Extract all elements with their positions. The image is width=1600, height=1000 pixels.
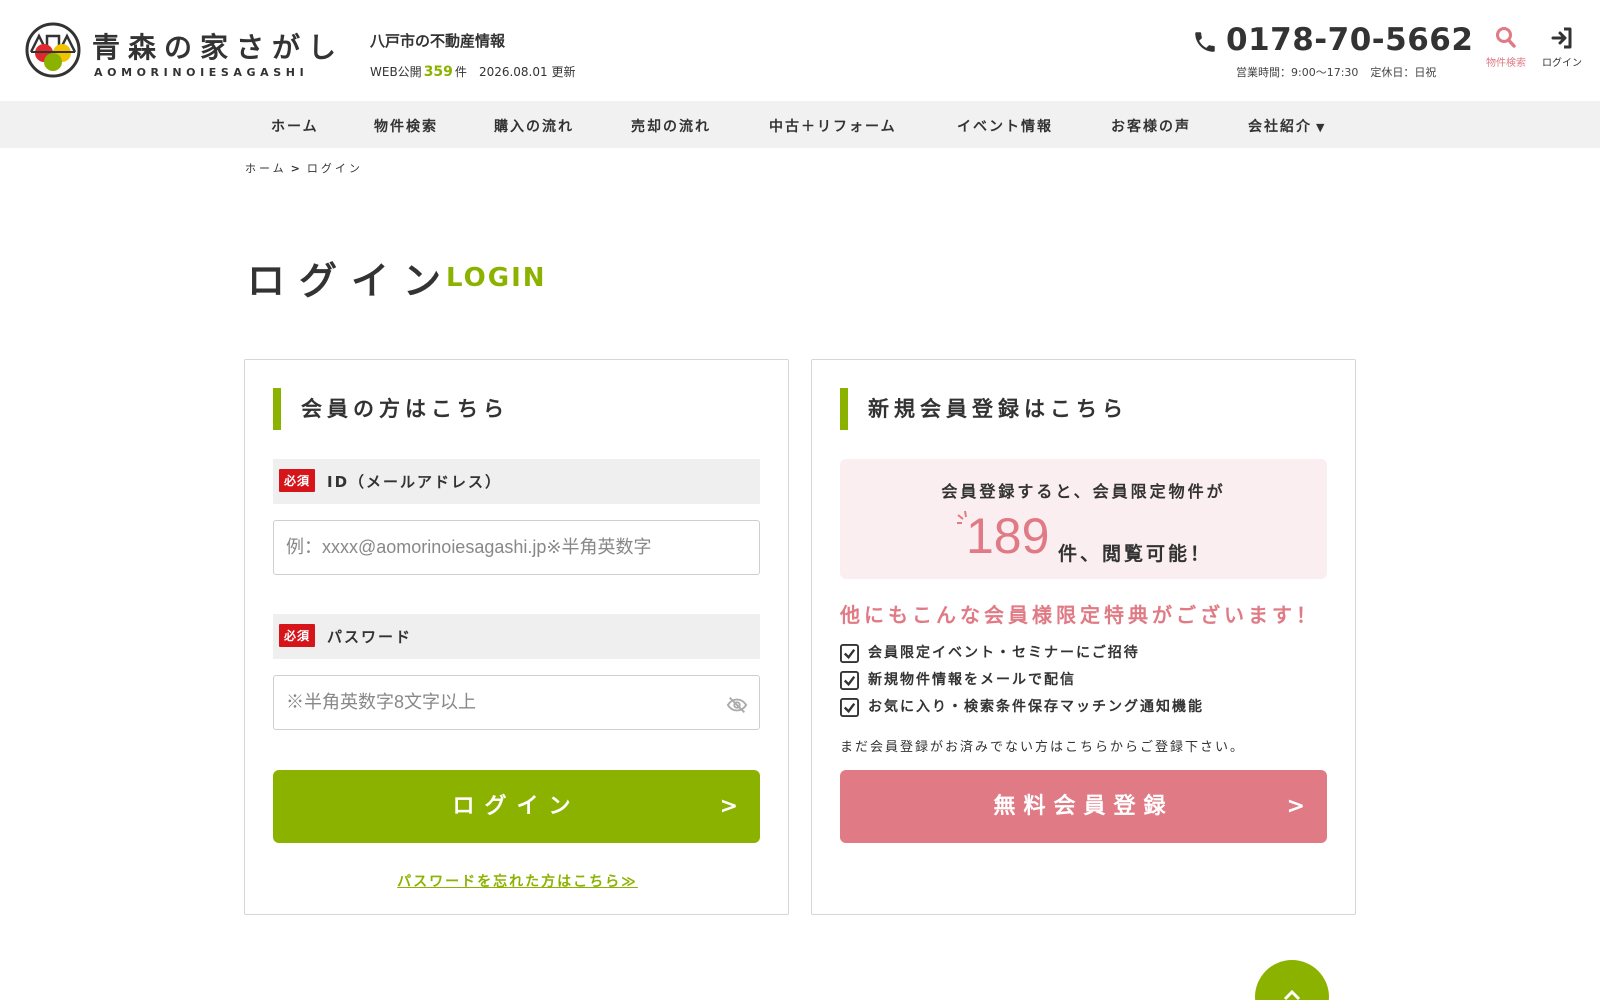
benefit-top-text: 会員登録すると、会員限定物件が: [941, 482, 1226, 501]
site-header: 青森の家さがし AOMORINOIESAGASHI 八戸市の不動産情報 WEB公…: [0, 0, 1600, 101]
member-login-panel: 会員の方はこちら 必須 ID（メールアドレス） 必須 パスワード ログイン > …: [244, 359, 789, 915]
global-nav: ホーム 物件検索 購入の流れ 売却の流れ 中古＋リフォーム イベント情報 お客様…: [0, 101, 1600, 148]
login-button-label: ログイン: [452, 794, 581, 819]
business-hours: 営業時間：9:00〜17:30 定休日：日祝: [1236, 64, 1436, 80]
id-email-input[interactable]: [273, 520, 760, 575]
perk-item: お気に入り・検索条件保存マッチング通知機能: [840, 697, 1204, 724]
nav-item-company[interactable]: 会社紹介 ▼: [1248, 116, 1326, 136]
breadcrumb: ホーム > ログイン: [245, 160, 363, 176]
checkbox-checked-icon: [840, 698, 859, 717]
nav-item-property-search[interactable]: 物件検索: [374, 116, 438, 136]
login-button[interactable]: ログイン >: [273, 770, 760, 843]
nav-item-events[interactable]: イベント情報: [957, 116, 1053, 136]
eye-off-icon[interactable]: [726, 694, 748, 716]
header-search-label: 物件検索: [1486, 58, 1526, 69]
checkbox-checked-icon: [840, 644, 859, 663]
login-icon: [1551, 27, 1572, 49]
chevron-right-icon: >: [719, 794, 738, 819]
perk-heading: 他にもこんな会員様限定特典がございます！: [840, 603, 1320, 627]
nav-item-purchase-flow[interactable]: 購入の流れ: [494, 116, 574, 136]
site-tagline: 八戸市の不動産情報: [370, 32, 506, 50]
logo-subtitle: AOMORINOIESAGASHI: [94, 66, 309, 79]
nav-item-used-reform[interactable]: 中古＋リフォーム: [769, 116, 897, 136]
header-search-button[interactable]: 物件検索: [1478, 26, 1534, 69]
register-note: まだ会員登録がお済みでない方はこちらからご登録下さい。: [840, 740, 1246, 755]
phone-number[interactable]: 0178-70-5662: [1226, 22, 1473, 58]
hours-text: 営業時間：9:00〜17:30: [1236, 66, 1359, 79]
chevron-right-icon: >: [1286, 794, 1305, 819]
phone-icon: [1195, 32, 1215, 52]
id-label-text: ID（メールアドレス）: [327, 473, 503, 491]
web-suffix: 件: [454, 65, 467, 79]
web-count: 359: [423, 64, 453, 80]
nav-item-sale-flow[interactable]: 売却の流れ: [631, 116, 711, 136]
nav-item-company-label: 会社紹介: [1248, 119, 1312, 135]
nav-item-testimonials[interactable]: お客様の声: [1111, 116, 1191, 136]
benefit-after-text: 件、閲覧可能！: [1058, 543, 1213, 565]
benefit-box: 会員登録すると、会員限定物件が 189 件、閲覧可能！: [840, 459, 1327, 579]
holiday-text: 定休日：日祝: [1370, 66, 1437, 79]
breadcrumb-current: ログイン: [306, 162, 363, 175]
perk-text: 会員限定イベント・セミナーにご招待: [868, 645, 1140, 661]
update-date: 2026.08.01 更新: [478, 65, 576, 79]
register-panel: 新規会員登録はこちら 会員登録すると、会員限定物件が 189 件、閲覧可能！ 他…: [811, 359, 1356, 915]
page-title: ログイン: [247, 259, 456, 303]
member-heading: 会員の方はこちら: [273, 388, 509, 430]
checkbox-checked-icon: [840, 671, 859, 690]
id-field-label: 必須 ID（メールアドレス）: [273, 459, 760, 504]
perk-list: 会員限定イベント・セミナーにご招待 新規物件情報をメールで配信 お気に入り・検索…: [840, 643, 1204, 724]
web-prefix: WEB公開: [370, 65, 422, 79]
search-icon: [1496, 27, 1516, 48]
page-top-button[interactable]: [1255, 960, 1329, 1000]
web-listing-info: WEB公開 359 件 2026.08.01 更新: [370, 63, 575, 80]
benefit-count: 189: [966, 508, 1050, 564]
password-label-text: パスワード: [327, 628, 413, 646]
password-input[interactable]: [273, 675, 760, 730]
header-login-label: ログイン: [1542, 58, 1582, 69]
nav-item-home[interactable]: ホーム: [271, 116, 319, 136]
required-badge: 必須: [279, 624, 316, 647]
perk-item: 会員限定イベント・セミナーにご招待: [840, 643, 1204, 670]
caret-down-icon: ▼: [1316, 121, 1327, 134]
logo-title[interactable]: 青森の家さがし: [92, 26, 344, 66]
register-button-label: 無料会員登録: [993, 794, 1174, 819]
page-title-en: LOGIN: [446, 263, 547, 293]
free-register-button[interactable]: 無料会員登録 >: [840, 770, 1327, 843]
chevron-right-icon: >: [290, 162, 303, 175]
required-badge: 必須: [279, 469, 316, 492]
header-login-button[interactable]: ログイン: [1534, 26, 1590, 69]
perk-text: 新規物件情報をメールで配信: [868, 672, 1076, 688]
chevron-up-icon: [1283, 989, 1301, 1000]
register-heading: 新規会員登録はこちら: [840, 388, 1128, 430]
logo-mark-icon[interactable]: [25, 22, 81, 78]
forgot-password-link[interactable]: パスワードを忘れた方はこちら≫: [245, 871, 790, 891]
perk-item: 新規物件情報をメールで配信: [840, 670, 1204, 697]
password-field-label: 必須 パスワード: [273, 614, 760, 659]
perk-text: お気に入り・検索条件保存マッチング通知機能: [868, 699, 1204, 715]
breadcrumb-home[interactable]: ホーム: [245, 162, 287, 175]
